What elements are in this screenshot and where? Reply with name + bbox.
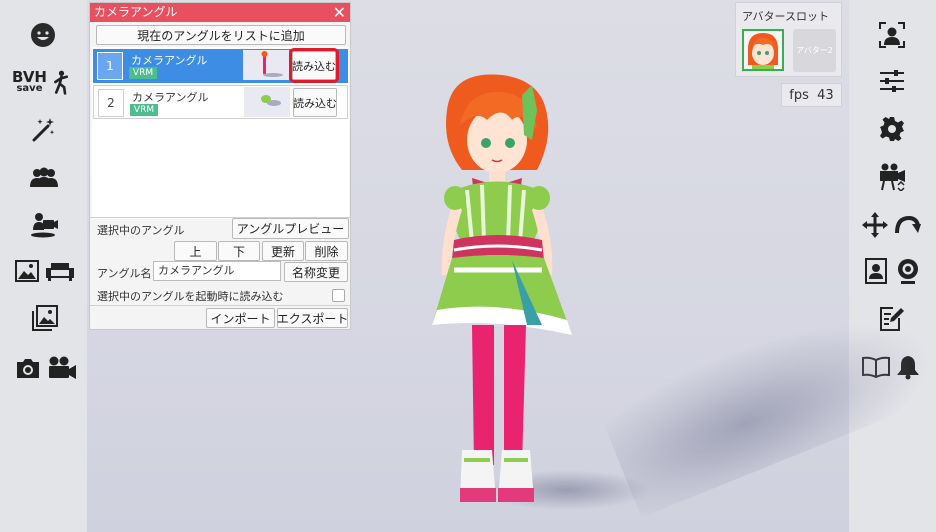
sofa-icon[interactable] bbox=[44, 258, 76, 284]
gallery-icon[interactable] bbox=[28, 304, 60, 334]
load-on-startup-label: 選択中のアングルを起動時に読み込む bbox=[97, 290, 284, 303]
webcam-icon[interactable] bbox=[893, 256, 923, 286]
row-name: カメラアングル bbox=[131, 54, 208, 67]
background-image-icon[interactable] bbox=[14, 258, 40, 284]
rotate-icon[interactable] bbox=[893, 210, 923, 240]
angle-list: 1 カメラアングル VRM 読み込む 2 カメラアングル VRM 読み込む bbox=[92, 47, 349, 219]
fps-counter: fps 43 bbox=[781, 83, 842, 107]
angle-row-2[interactable]: 2 カメラアングル VRM 読み込む bbox=[93, 85, 348, 119]
angle-row-1[interactable]: 1 カメラアングル VRM 読み込む bbox=[93, 48, 348, 83]
selected-angle-label: 選択中のアングル bbox=[97, 224, 185, 237]
bvh-label: BVH bbox=[12, 68, 47, 86]
divider bbox=[90, 305, 350, 306]
angle-thumbnail bbox=[243, 50, 289, 80]
angle-name-input[interactable]: カメラアングル bbox=[153, 261, 281, 281]
rename-button[interactable]: 名称変更 bbox=[284, 262, 348, 282]
angle-preview-button[interactable]: アングルプレビュー bbox=[232, 218, 349, 239]
magic-wand-icon[interactable] bbox=[28, 114, 58, 144]
window-title: カメラアングル bbox=[94, 5, 178, 19]
motion-camera-icon[interactable] bbox=[28, 210, 60, 240]
bvh-save-label: save bbox=[16, 83, 43, 94]
vrm-tag: VRM bbox=[129, 67, 157, 79]
vrm-tag: VRM bbox=[130, 104, 158, 116]
up-button[interactable]: 上 bbox=[174, 241, 217, 261]
row-number: 1 bbox=[97, 52, 123, 80]
gear-icon[interactable] bbox=[877, 114, 907, 144]
left-toolbar: BVH save bbox=[0, 0, 87, 532]
camera-angle-window: カメラアングル ✕ 現在のアングルをリストに追加 1 カメラアングル VRM 読… bbox=[89, 2, 351, 330]
bvh-save-icon[interactable]: BVH save bbox=[12, 66, 72, 98]
face-icon[interactable] bbox=[28, 20, 58, 50]
row-name: カメラアングル bbox=[132, 91, 209, 104]
angle-thumbnail bbox=[244, 87, 290, 117]
update-button[interactable]: 更新 bbox=[262, 241, 304, 261]
load-button-1[interactable]: 読み込む bbox=[289, 48, 339, 83]
avatar-character bbox=[432, 74, 572, 502]
avatar-slot-title: アバタースロット bbox=[742, 10, 830, 23]
fps-value: 43 bbox=[817, 87, 834, 103]
camera-icon[interactable] bbox=[14, 354, 42, 382]
import-button[interactable]: インポート bbox=[206, 308, 275, 328]
camera-motion-icon[interactable] bbox=[877, 162, 909, 192]
close-icon[interactable]: ✕ bbox=[333, 3, 346, 22]
sliders-icon[interactable] bbox=[877, 66, 907, 96]
load-on-startup-checkbox[interactable] bbox=[332, 289, 345, 302]
export-button[interactable]: エクスポート bbox=[277, 308, 348, 328]
avatar-slot-2[interactable]: アバター2 bbox=[793, 29, 836, 72]
face-tracking-icon[interactable] bbox=[877, 20, 907, 50]
delete-button[interactable]: 削除 bbox=[305, 241, 348, 261]
right-toolbar bbox=[849, 0, 936, 532]
window-titlebar[interactable]: カメラアングル ✕ bbox=[90, 3, 350, 22]
portrait-icon[interactable] bbox=[863, 256, 889, 286]
angle-name-label: アングル名 bbox=[97, 267, 152, 280]
add-angle-button[interactable]: 現在のアングルをリストに追加 bbox=[96, 25, 346, 45]
fps-label: fps bbox=[789, 87, 809, 103]
avatar-slot-panel: アバタースロット アバター2 bbox=[735, 2, 842, 77]
move-icon[interactable] bbox=[860, 210, 890, 240]
group-icon[interactable] bbox=[28, 162, 60, 192]
load-button-2[interactable]: 読み込む bbox=[293, 88, 337, 117]
avatar-slot-1[interactable] bbox=[742, 29, 784, 71]
row-number: 2 bbox=[98, 89, 124, 117]
down-button[interactable]: 下 bbox=[218, 241, 260, 261]
video-camera-icon[interactable] bbox=[46, 354, 78, 382]
